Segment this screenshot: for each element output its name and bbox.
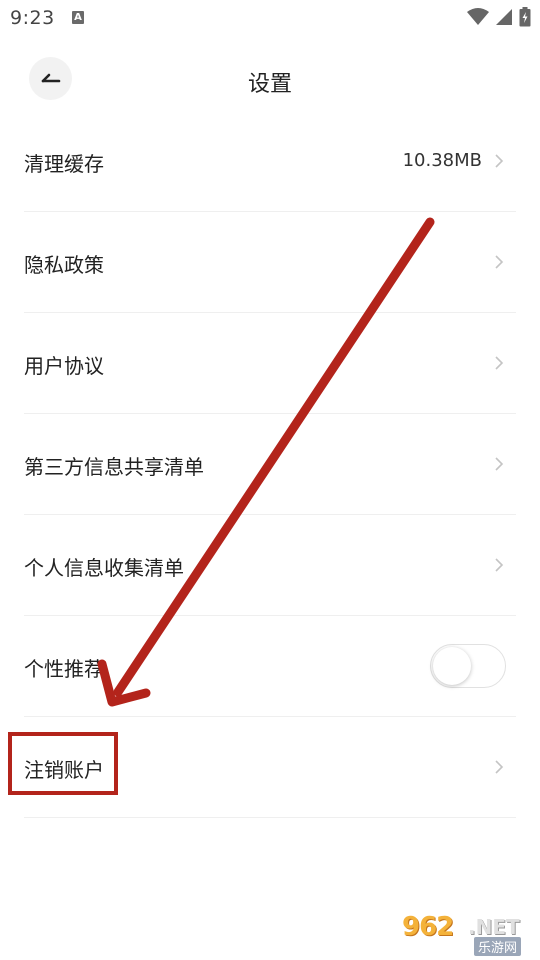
watermark-logo: 962 xyxy=(402,912,454,942)
cache-size-value: 10.38MB xyxy=(402,150,482,171)
third-party-sharing-list-row[interactable]: 第三方信息共享清单 xyxy=(24,414,516,515)
chevron-right-icon xyxy=(495,154,504,168)
settings-list: 清理缓存 10.38MB 隐私政策 用户协议 第三方信息共享清单 个人信息收集清… xyxy=(0,111,540,818)
status-bar: 9:23 A xyxy=(0,0,540,36)
watermark-tld: .NET xyxy=(468,915,520,939)
personal-info-collection-list-label: 个人信息收集清单 xyxy=(24,556,184,580)
status-time: 9:23 xyxy=(10,7,55,29)
chevron-right-icon xyxy=(495,558,504,572)
chevron-right-icon xyxy=(495,255,504,269)
personalized-recommendation-row: 个性推荐 xyxy=(24,616,516,717)
watermark-cn-text: 乐游网 xyxy=(474,937,522,956)
third-party-sharing-list-label: 第三方信息共享清单 xyxy=(24,455,204,479)
settings-screen: 9:23 A 设置 清理缓存 10.38MB 隐私政策 用户协议 第三方信息共享… xyxy=(0,0,540,960)
header: 设置 xyxy=(0,44,540,116)
chevron-right-icon xyxy=(495,760,504,774)
notification-a-icon: A xyxy=(72,11,84,24)
battery-charging-icon xyxy=(519,7,531,27)
personalized-recommendation-label: 个性推荐 xyxy=(24,657,104,681)
chevron-right-icon xyxy=(495,457,504,471)
wifi-icon xyxy=(467,8,489,25)
clear-cache-row[interactable]: 清理缓存 10.38MB xyxy=(24,111,516,212)
chevron-right-icon xyxy=(495,356,504,370)
toggle-knob xyxy=(433,647,471,685)
site-watermark: 962 .NET 乐游网 xyxy=(402,912,532,956)
highlight-box xyxy=(8,732,118,795)
signal-icon xyxy=(496,9,512,25)
personal-info-collection-list-row[interactable]: 个人信息收集清单 xyxy=(24,515,516,616)
personalized-recommendation-toggle[interactable] xyxy=(430,644,506,688)
user-agreement-label: 用户协议 xyxy=(24,354,104,378)
status-icons xyxy=(467,7,531,27)
user-agreement-row[interactable]: 用户协议 xyxy=(24,313,516,414)
privacy-policy-label: 隐私政策 xyxy=(24,253,104,277)
privacy-policy-row[interactable]: 隐私政策 xyxy=(24,212,516,313)
page-title: 设置 xyxy=(247,72,292,97)
clear-cache-label: 清理缓存 xyxy=(24,152,104,176)
